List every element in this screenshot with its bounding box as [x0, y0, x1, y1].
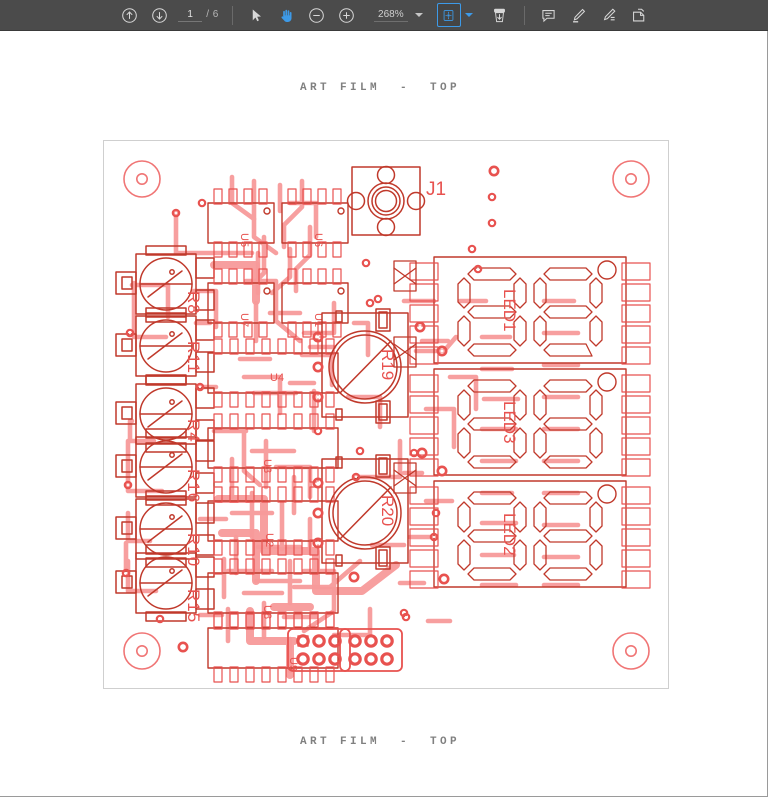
select-tool-button[interactable]: [242, 0, 272, 30]
svg-text:U2: U2: [263, 533, 275, 547]
artwork-title-top: ART FILM - TOP: [299, 82, 461, 94]
ic-U1: U1: [281, 268, 349, 338]
refdes-R15: R15: [184, 589, 203, 623]
download-button[interactable]: [485, 0, 515, 30]
ic-U3: U3: [207, 413, 339, 483]
page-total-label: / 6: [206, 8, 219, 20]
toolbar-divider: [231, 5, 233, 25]
svg-text:U6: U6: [312, 233, 324, 247]
pdf-viewer-window: 1 / 6 268% ART FILM - TOP R8 R11 R4 R16 …: [0, 0, 768, 797]
page-nav-group: 1 / 6: [114, 0, 223, 30]
zoom-level-value[interactable]: 268%: [373, 9, 408, 22]
fit-options-chevron-icon[interactable]: [464, 13, 473, 17]
refdes-LED1: LED1: [500, 289, 519, 332]
prev-page-button[interactable]: [114, 0, 144, 30]
svg-text:U7: U7: [238, 313, 250, 327]
pot-labels: R8 R11 R4 R16 R10 R15: [184, 291, 203, 623]
next-page-button[interactable]: [144, 0, 174, 30]
tool-group: [242, 0, 362, 30]
refdes-J1: J1: [426, 179, 446, 200]
pcb-artwork-frame: R8 R11 R4 R16 R10 R15 U5 U6 U7 U1 U4 U3 …: [103, 140, 669, 689]
fit-group: [436, 0, 473, 30]
page-indicator[interactable]: 1 / 6: [178, 9, 219, 22]
viewer-toolbar: 1 / 6 268%: [0, 0, 768, 31]
svg-text:U3: U3: [261, 459, 273, 473]
toolbar-divider-2: [523, 5, 525, 25]
seven-segment-displays: LED1 LED3 LED2: [409, 256, 651, 589]
stamp-button[interactable]: [624, 0, 654, 30]
round-part-pads: [312, 331, 324, 549]
refdes-R20: R20: [378, 495, 397, 526]
connector-J1: J1: [346, 165, 446, 237]
refdes-R8: R8: [184, 291, 203, 315]
chevron-down-icon[interactable]: [414, 13, 423, 17]
display-LED2: LED2: [409, 480, 651, 589]
fit-page-button[interactable]: [436, 3, 461, 27]
round-part-R20: R20: [321, 454, 409, 570]
pcb-artwork: R8 R11 R4 R16 R10 R15 U5 U6 U7 U1 U4 U3 …: [115, 160, 651, 683]
refdes-R16: R16: [184, 469, 203, 503]
zoom-out-button[interactable]: [302, 0, 332, 30]
display-LED3: LED3: [409, 368, 651, 477]
refdes-R10: R10: [184, 533, 203, 567]
zoom-in-button[interactable]: [332, 0, 362, 30]
annotation-group: [534, 0, 654, 30]
page-number-input[interactable]: 1: [178, 9, 203, 22]
pen-button[interactable]: [594, 0, 624, 30]
comment-button[interactable]: [534, 0, 564, 30]
refdes-LED3: LED3: [500, 401, 519, 444]
pan-tool-button[interactable]: [272, 0, 302, 30]
zoom-level-group[interactable]: 268%: [373, 0, 423, 30]
highlighter-button[interactable]: [564, 0, 594, 30]
refdes-R11: R11: [184, 341, 203, 374]
document-viewport[interactable]: ART FILM - TOP R8 R11 R4 R16 R10 R15 U5 …: [0, 31, 767, 796]
artwork-title-bottom: ART FILM - TOP: [299, 736, 461, 748]
svg-text:U4: U4: [270, 372, 284, 384]
refdes-LED2: LED2: [500, 513, 519, 556]
svg-text:U8: U8: [261, 605, 273, 619]
refdes-R4: R4: [184, 419, 203, 443]
svg-text:U5: U5: [238, 233, 250, 247]
